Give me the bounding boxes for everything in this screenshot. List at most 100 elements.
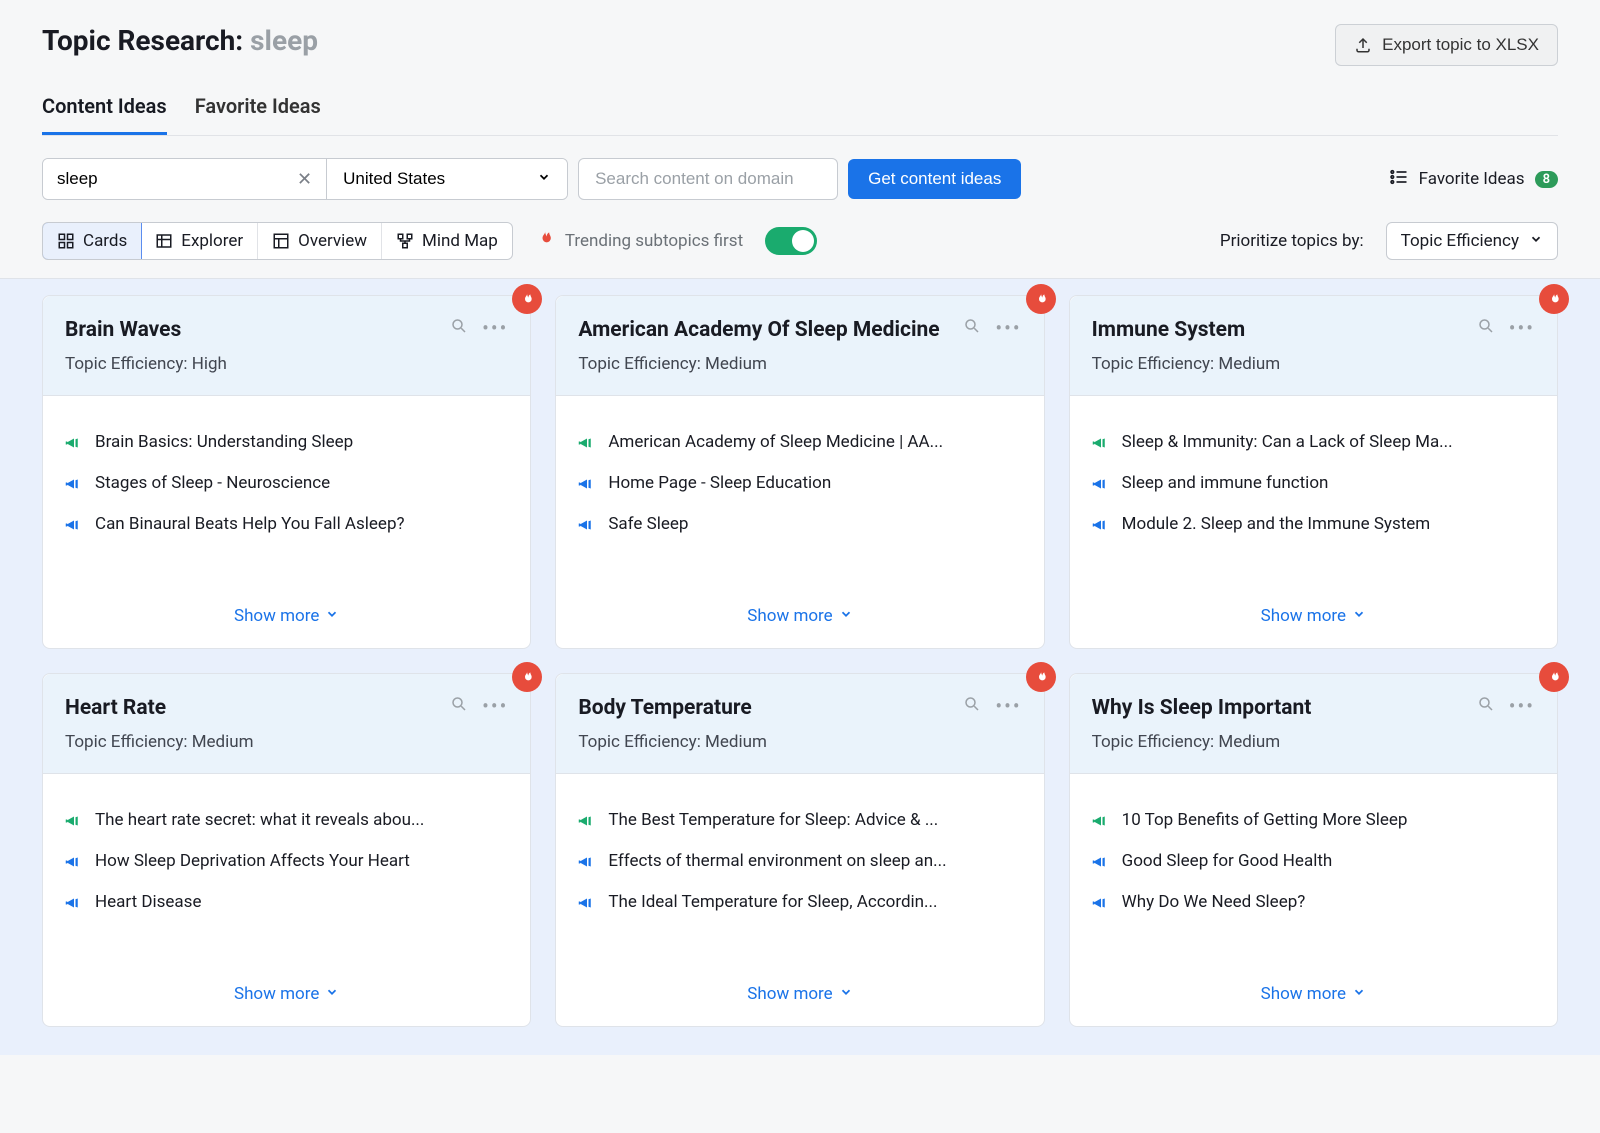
- megaphone-icon: [578, 812, 596, 835]
- show-more-button[interactable]: Show more: [234, 984, 339, 1004]
- chevron-down-icon: [1352, 606, 1366, 626]
- megaphone-icon: [578, 475, 596, 498]
- content-idea-item[interactable]: How Sleep Deprivation Affects Your Heart: [65, 851, 508, 876]
- card-search-button[interactable]: [1477, 695, 1495, 717]
- card-more-button[interactable]: •••: [1509, 694, 1535, 718]
- card-body: Sleep & Immunity: Can a Lack of Sleep Ma…: [1070, 396, 1557, 596]
- view-overview-label: Overview: [298, 231, 367, 251]
- card-search-button[interactable]: [450, 317, 468, 339]
- tab-favorite-ideas[interactable]: Favorite Ideas: [195, 94, 321, 135]
- content-idea-item[interactable]: Safe Sleep: [578, 514, 1021, 539]
- megaphone-icon: [1092, 853, 1110, 876]
- card-actions: •••: [450, 694, 508, 718]
- topic-name: sleep: [250, 24, 318, 57]
- topic-card: Immune System•••Topic Efficiency: Medium…: [1069, 295, 1558, 649]
- card-more-button[interactable]: •••: [482, 694, 508, 718]
- card-header: Immune System•••Topic Efficiency: Medium: [1070, 296, 1557, 396]
- domain-search-input[interactable]: [578, 158, 838, 200]
- trending-text: Trending subtopics first: [565, 231, 743, 251]
- show-more-button[interactable]: Show more: [747, 984, 852, 1004]
- show-more-label: Show more: [234, 984, 319, 1004]
- card-more-button[interactable]: •••: [995, 694, 1021, 718]
- card-actions: •••: [963, 694, 1021, 718]
- content-idea-item[interactable]: The heart rate secret: what it reveals a…: [65, 810, 508, 835]
- content-idea-item[interactable]: Good Sleep for Good Health: [1092, 851, 1535, 876]
- flame-icon: [1033, 669, 1049, 685]
- view-explorer[interactable]: Explorer: [141, 223, 258, 259]
- card-body: The heart rate secret: what it reveals a…: [43, 774, 530, 974]
- card-body: Brain Basics: Understanding Sleep Stages …: [43, 396, 530, 596]
- show-more-label: Show more: [747, 984, 832, 1004]
- card-title: Why Is Sleep Important: [1092, 694, 1467, 722]
- show-more-button[interactable]: Show more: [1261, 606, 1366, 626]
- view-row: Cards Explorer Overview Mind Map: [42, 222, 1558, 260]
- megaphone-icon: [65, 853, 83, 876]
- content-idea-text: Stages of Sleep - Neuroscience: [95, 473, 330, 493]
- content-idea-item[interactable]: Sleep & Immunity: Can a Lack of Sleep Ma…: [1092, 432, 1535, 457]
- megaphone-icon: [65, 516, 83, 539]
- country-select[interactable]: United States: [327, 159, 567, 199]
- card-more-button[interactable]: •••: [1509, 316, 1535, 340]
- content-idea-item[interactable]: The Ideal Temperature for Sleep, Accordi…: [578, 892, 1021, 917]
- favorite-ideas-link[interactable]: Favorite Ideas 8: [1389, 167, 1558, 192]
- content-idea-item[interactable]: Stages of Sleep - Neuroscience: [65, 473, 508, 498]
- topic-card: American Academy Of Sleep Medicine•••Top…: [555, 295, 1044, 649]
- search-icon: [450, 695, 468, 713]
- card-more-button[interactable]: •••: [482, 316, 508, 340]
- chevron-down-icon: [325, 606, 339, 626]
- table-icon: [155, 232, 173, 250]
- topic-card: Body Temperature•••Topic Efficiency: Med…: [555, 673, 1044, 1027]
- megaphone-icon: [578, 853, 596, 876]
- content-idea-item[interactable]: Brain Basics: Understanding Sleep: [65, 432, 508, 457]
- show-more-button[interactable]: Show more: [234, 606, 339, 626]
- card-search-button[interactable]: [963, 695, 981, 717]
- cards-grid: Brain Waves•••Topic Efficiency: HighBrai…: [42, 295, 1558, 1027]
- card-body: The Best Temperature for Sleep: Advice &…: [556, 774, 1043, 974]
- card-body: American Academy of Sleep Medicine | AA.…: [556, 396, 1043, 596]
- card-search-button[interactable]: [450, 695, 468, 717]
- tab-content-ideas[interactable]: Content Ideas: [42, 94, 167, 135]
- list-icon: [1389, 167, 1409, 192]
- prioritize-value: Topic Efficiency: [1401, 231, 1519, 251]
- megaphone-icon: [578, 894, 596, 917]
- content-idea-item[interactable]: The Best Temperature for Sleep: Advice &…: [578, 810, 1021, 835]
- card-search-button[interactable]: [963, 317, 981, 339]
- content-idea-item[interactable]: Why Do We Need Sleep?: [1092, 892, 1535, 917]
- chevron-down-icon: [537, 169, 551, 189]
- get-content-ideas-button[interactable]: Get content ideas: [848, 159, 1021, 199]
- show-more-button[interactable]: Show more: [1261, 984, 1366, 1004]
- export-label: Export topic to XLSX: [1382, 35, 1539, 55]
- show-more-button[interactable]: Show more: [747, 606, 852, 626]
- megaphone-icon: [1092, 516, 1110, 539]
- topic-input[interactable]: [43, 159, 283, 199]
- content-idea-item[interactable]: American Academy of Sleep Medicine | AA.…: [578, 432, 1021, 457]
- card-search-button[interactable]: [1477, 317, 1495, 339]
- content-idea-item[interactable]: Home Page - Sleep Education: [578, 473, 1021, 498]
- clear-topic-button[interactable]: ✕: [283, 159, 327, 199]
- view-overview[interactable]: Overview: [258, 223, 382, 259]
- view-mindmap[interactable]: Mind Map: [382, 223, 512, 259]
- tabs: Content Ideas Favorite Ideas: [42, 94, 1558, 136]
- card-more-button[interactable]: •••: [995, 316, 1021, 340]
- content-idea-item[interactable]: Sleep and immune function: [1092, 473, 1535, 498]
- prioritize-select[interactable]: Topic Efficiency: [1386, 222, 1558, 260]
- export-button[interactable]: Export topic to XLSX: [1335, 24, 1558, 66]
- content-idea-text: Heart Disease: [95, 892, 201, 912]
- content-idea-item[interactable]: 10 Top Benefits of Getting More Sleep: [1092, 810, 1535, 835]
- view-cards[interactable]: Cards: [42, 222, 142, 260]
- card-efficiency: Topic Efficiency: Medium: [1092, 354, 1535, 374]
- content-idea-item[interactable]: Can Binaural Beats Help You Fall Asleep?: [65, 514, 508, 539]
- content-idea-text: American Academy of Sleep Medicine | AA.…: [608, 432, 943, 452]
- card-header: Why Is Sleep Important•••Topic Efficienc…: [1070, 674, 1557, 774]
- content-idea-text: Sleep and immune function: [1122, 473, 1329, 493]
- content-idea-item[interactable]: Module 2. Sleep and the Immune System: [1092, 514, 1535, 539]
- content-idea-item[interactable]: Effects of thermal environment on sleep …: [578, 851, 1021, 876]
- content-idea-text: Good Sleep for Good Health: [1122, 851, 1333, 871]
- search-icon: [1477, 317, 1495, 335]
- megaphone-icon: [1092, 434, 1110, 457]
- content-idea-text: Can Binaural Beats Help You Fall Asleep?: [95, 514, 405, 534]
- content-idea-item[interactable]: Heart Disease: [65, 892, 508, 917]
- card-header: Body Temperature•••Topic Efficiency: Med…: [556, 674, 1043, 774]
- trending-toggle[interactable]: [765, 227, 817, 255]
- card-footer: Show more: [1070, 596, 1557, 648]
